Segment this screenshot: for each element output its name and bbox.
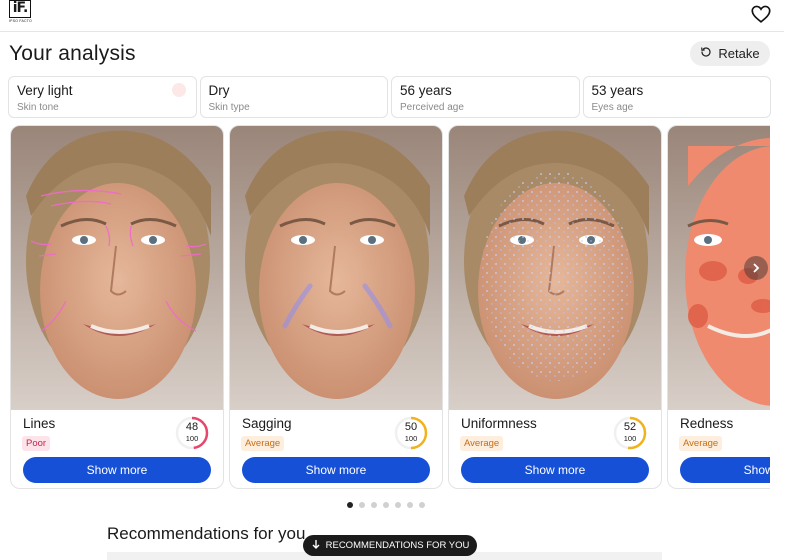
stat-skin-type: Dry Skin type bbox=[199, 76, 388, 118]
score-value: 52 bbox=[623, 421, 637, 433]
score-value: 48 bbox=[185, 421, 199, 433]
logo-mark: iF. bbox=[9, 0, 31, 18]
score-ring: 50 100 bbox=[394, 416, 428, 450]
stat-value: 56 years bbox=[400, 83, 452, 98]
pagination-dot[interactable] bbox=[347, 502, 353, 508]
jump-to-recommendations-button[interactable]: RECOMMENDATIONS FOR YOU bbox=[303, 535, 477, 556]
pagination-dot[interactable] bbox=[419, 502, 425, 508]
brand-logo[interactable]: iF. IPSO FACTO bbox=[9, 0, 32, 24]
score-ring: 48 100 bbox=[175, 416, 209, 450]
pagination-dot[interactable] bbox=[359, 502, 365, 508]
retake-label: Retake bbox=[718, 46, 760, 61]
show-more-button[interactable]: Show more bbox=[461, 457, 649, 483]
stat-value: 53 years bbox=[591, 83, 644, 98]
stat-eyes-age: 53 years Eyes age bbox=[582, 76, 771, 118]
arrow-down-icon bbox=[311, 539, 321, 552]
analysis-card-uniformness[interactable]: Uniformness Average 52 100 Show more bbox=[448, 125, 662, 489]
pagination-dot[interactable] bbox=[383, 502, 389, 508]
skin-tone-swatch bbox=[171, 83, 186, 97]
pagination-dot[interactable] bbox=[371, 502, 377, 508]
pagination-dot[interactable] bbox=[395, 502, 401, 508]
analysis-card-redness[interactable]: Redness Average Show more bbox=[667, 125, 770, 489]
face-photo-sagging bbox=[230, 126, 442, 410]
heart-icon[interactable] bbox=[750, 3, 772, 25]
score-ring: 52 100 bbox=[613, 416, 647, 450]
card-title: Redness bbox=[680, 416, 734, 431]
stat-value: Dry bbox=[208, 83, 230, 98]
recommendations-heading: Recommendations for you bbox=[107, 524, 306, 543]
show-more-button[interactable]: Show more bbox=[23, 457, 211, 483]
stat-value: Very light bbox=[17, 83, 73, 98]
chevron-right-icon bbox=[751, 260, 761, 276]
rating-badge: Average bbox=[460, 436, 504, 451]
score-max: 100 bbox=[623, 434, 637, 443]
stat-label: Skin tone bbox=[17, 102, 59, 113]
page-title: Your analysis bbox=[9, 42, 136, 65]
score-value: 50 bbox=[404, 421, 418, 433]
stat-label: Perceived age bbox=[400, 102, 464, 113]
card-title: Lines bbox=[23, 416, 56, 431]
show-more-button[interactable]: Show more bbox=[680, 457, 770, 483]
logo-subtitle: IPSO FACTO bbox=[9, 19, 32, 23]
pagination-dot[interactable] bbox=[407, 502, 413, 508]
carousel-pagination bbox=[347, 502, 425, 508]
card-title: Sagging bbox=[242, 416, 292, 431]
rating-badge: Average bbox=[241, 436, 285, 451]
score-max: 100 bbox=[404, 434, 418, 443]
analysis-carousel[interactable]: Lines Poor 48 100 Show more Sagging Aver… bbox=[8, 125, 770, 493]
summary-stats: Very light Skin tone Dry Skin type 56 ye… bbox=[8, 76, 771, 118]
rating-badge: Poor bbox=[22, 436, 51, 451]
retake-button[interactable]: Retake bbox=[690, 41, 770, 66]
retake-icon bbox=[700, 46, 712, 61]
stat-label: Eyes age bbox=[591, 102, 634, 113]
face-photo-uniformness bbox=[449, 126, 661, 410]
top-bar: iF. IPSO FACTO bbox=[0, 0, 784, 32]
stat-skin-tone: Very light Skin tone bbox=[8, 76, 197, 118]
jump-label: RECOMMENDATIONS FOR YOU bbox=[325, 540, 470, 551]
rating-badge: Average bbox=[679, 436, 723, 451]
score-max: 100 bbox=[185, 434, 199, 443]
card-title: Uniformness bbox=[461, 416, 537, 431]
carousel-next-button[interactable] bbox=[744, 256, 768, 280]
stat-label: Skin type bbox=[208, 102, 250, 113]
show-more-button[interactable]: Show more bbox=[242, 457, 430, 483]
analysis-card-lines[interactable]: Lines Poor 48 100 Show more bbox=[10, 125, 224, 489]
analysis-card-sagging[interactable]: Sagging Average 50 100 Show more bbox=[229, 125, 443, 489]
stat-perceived-age: 56 years Perceived age bbox=[391, 76, 580, 118]
face-photo-lines bbox=[11, 126, 223, 410]
